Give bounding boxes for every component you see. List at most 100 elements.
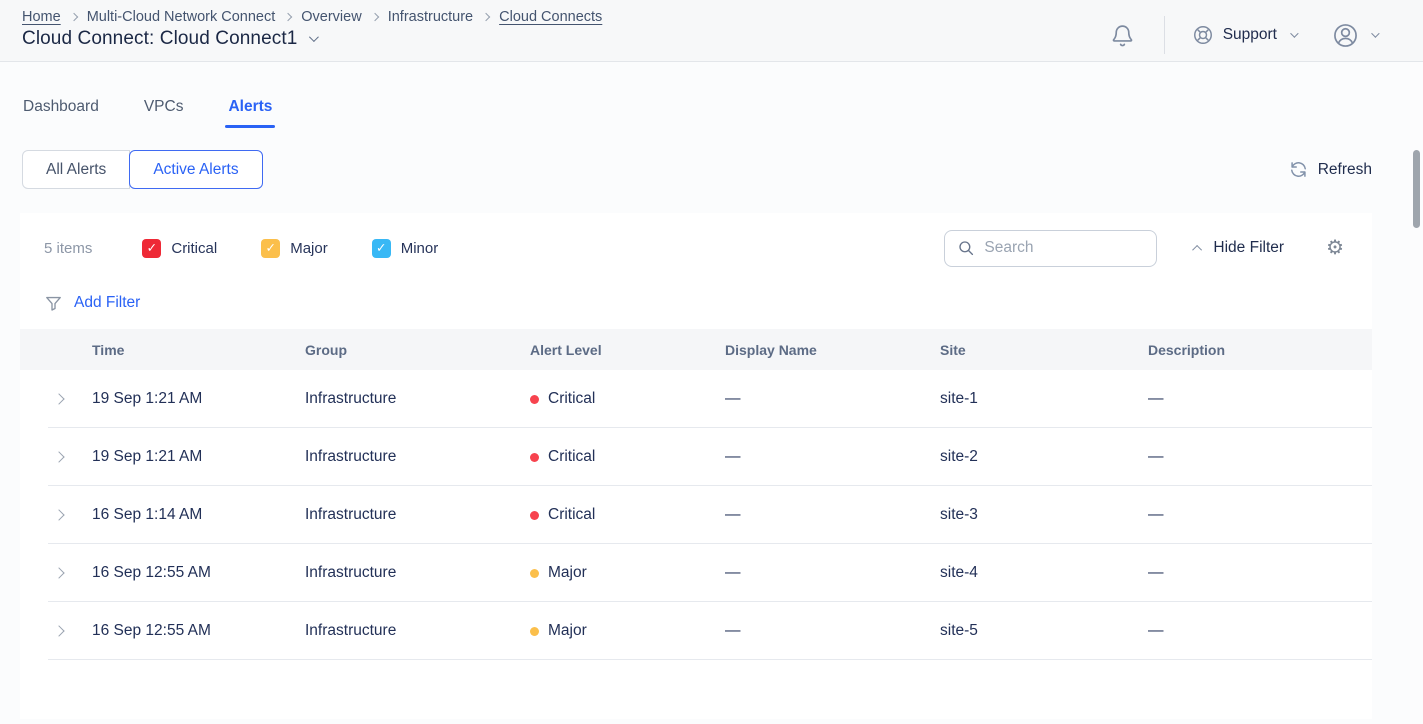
severity-dot-icon [530, 627, 539, 636]
cell-display-name: — [725, 390, 940, 408]
breadcrumb-separator-icon [370, 13, 378, 21]
scrollbar-thumb[interactable] [1413, 150, 1420, 228]
support-menu[interactable]: Support [1192, 24, 1296, 46]
checkbox-checked-icon[interactable]: ✓ [372, 239, 391, 258]
cell-alert-level: Critical [530, 506, 725, 524]
cell-alert-level: Critical [530, 390, 725, 408]
cell-description: — [1148, 448, 1372, 466]
breadcrumb-cloud-connects[interactable]: Cloud Connects [499, 9, 602, 25]
row-expand-chevron-icon[interactable] [53, 567, 64, 578]
cell-site: site-4 [940, 564, 1148, 582]
tab-bar: Dashboard VPCs Alerts [0, 62, 1423, 128]
cell-display-name: — [725, 564, 940, 582]
title-dropdown-chevron-icon[interactable] [309, 32, 319, 42]
page-title: Cloud Connect: Cloud Connect1 [22, 28, 297, 50]
alert-level-label: Critical [548, 390, 595, 408]
header-right-cluster: Support [1110, 16, 1377, 54]
cell-display-name: — [725, 506, 940, 524]
filter-checkbox-major[interactable]: ✓ Major [261, 239, 328, 258]
row-expand-chevron-icon[interactable] [53, 509, 64, 520]
support-chevron-down-icon [1290, 29, 1298, 37]
cell-time: 16 Sep 1:14 AM [92, 506, 305, 524]
row-expand-chevron-icon[interactable] [53, 451, 64, 462]
active-alerts-button[interactable]: Active Alerts [129, 150, 262, 189]
cell-display-name: — [725, 622, 940, 640]
cell-description: — [1148, 506, 1372, 524]
breadcrumb-separator-icon [69, 13, 77, 21]
breadcrumb-infrastructure[interactable]: Infrastructure [388, 9, 473, 25]
cell-site: site-5 [940, 622, 1148, 640]
search-box [944, 230, 1157, 267]
cell-display-name: — [725, 448, 940, 466]
tab-vpcs[interactable]: VPCs [144, 98, 184, 128]
severity-dot-icon [530, 453, 539, 462]
breadcrumb-separator-icon [284, 13, 292, 21]
col-header-alert-level: Alert Level [530, 342, 725, 358]
avatar-icon [1332, 22, 1359, 49]
col-header-description: Description [1148, 342, 1372, 358]
items-count: 5 items [44, 240, 92, 257]
alert-level-label: Critical [548, 506, 595, 524]
checkbox-checked-icon[interactable]: ✓ [142, 239, 161, 258]
support-lifering-icon [1192, 24, 1214, 46]
cell-group: Infrastructure [305, 506, 530, 524]
breadcrumb-overview[interactable]: Overview [301, 9, 361, 25]
cell-group: Infrastructure [305, 564, 530, 582]
col-header-time: Time [92, 342, 305, 358]
refresh-button[interactable]: Refresh [1289, 160, 1372, 179]
severity-dot-icon [530, 395, 539, 404]
tab-dashboard[interactable]: Dashboard [23, 98, 99, 128]
header-divider [1164, 16, 1165, 54]
cell-description: — [1148, 564, 1372, 582]
filter-label-critical: Critical [171, 240, 217, 257]
notifications-bell-icon[interactable] [1110, 23, 1135, 48]
table-row: 19 Sep 1:21 AM Infrastructure Critical —… [20, 428, 1372, 486]
row-expand-chevron-icon[interactable] [53, 393, 64, 404]
cell-group: Infrastructure [305, 390, 530, 408]
add-filter-row: Add Filter [20, 277, 1372, 329]
tab-alerts[interactable]: Alerts [228, 98, 272, 128]
cell-group: Infrastructure [305, 448, 530, 466]
hide-filter-label: Hide Filter [1213, 239, 1284, 257]
refresh-icon [1289, 160, 1308, 179]
cell-site: site-1 [940, 390, 1148, 408]
cell-description: — [1148, 622, 1372, 640]
search-icon [957, 239, 975, 257]
all-alerts-button[interactable]: All Alerts [22, 150, 130, 189]
funnel-filter-icon [44, 294, 63, 313]
col-header-display-name: Display Name [725, 342, 940, 358]
cell-alert-level: Major [530, 622, 725, 640]
table-header-row: Time Group Alert Level Display Name Site… [20, 329, 1372, 370]
table-row: 16 Sep 12:55 AM Infrastructure Major — s… [20, 602, 1372, 660]
breadcrumb-mcn-connect[interactable]: Multi-Cloud Network Connect [87, 9, 276, 25]
filter-checkbox-minor[interactable]: ✓ Minor [372, 239, 439, 258]
alerts-panel: 5 items ✓ Critical ✓ Major ✓ Minor Hide … [20, 213, 1372, 719]
search-input[interactable] [984, 239, 1144, 257]
cell-group: Infrastructure [305, 622, 530, 640]
filter-label-major: Major [290, 240, 328, 257]
account-menu[interactable] [1332, 22, 1377, 49]
support-label: Support [1223, 26, 1277, 44]
table-row: 16 Sep 1:14 AM Infrastructure Critical —… [20, 486, 1372, 544]
row-expand-chevron-icon[interactable] [53, 625, 64, 636]
col-header-group: Group [305, 342, 530, 358]
hide-filter-button[interactable]: Hide Filter [1195, 239, 1284, 257]
breadcrumb-separator-icon [482, 13, 490, 21]
settings-gear-icon[interactable]: ⚙ [1326, 238, 1344, 258]
severity-dot-icon [530, 511, 539, 520]
alerts-toolbar: All Alerts Active Alerts Refresh [22, 150, 1372, 189]
filter-label-minor: Minor [401, 240, 439, 257]
checkbox-checked-icon[interactable]: ✓ [261, 239, 280, 258]
cell-site: site-3 [940, 506, 1148, 524]
filter-checkbox-critical[interactable]: ✓ Critical [142, 239, 217, 258]
table-row: 19 Sep 1:21 AM Infrastructure Critical —… [20, 370, 1372, 428]
breadcrumb-home[interactable]: Home [22, 9, 61, 25]
col-header-site: Site [940, 342, 1148, 358]
cell-time: 19 Sep 1:21 AM [92, 448, 305, 466]
cell-time: 16 Sep 12:55 AM [92, 622, 305, 640]
alert-level-label: Critical [548, 448, 595, 466]
alert-level-label: Major [548, 564, 587, 582]
add-filter-button[interactable]: Add Filter [74, 294, 140, 312]
refresh-label: Refresh [1318, 161, 1372, 179]
cell-site: site-2 [940, 448, 1148, 466]
